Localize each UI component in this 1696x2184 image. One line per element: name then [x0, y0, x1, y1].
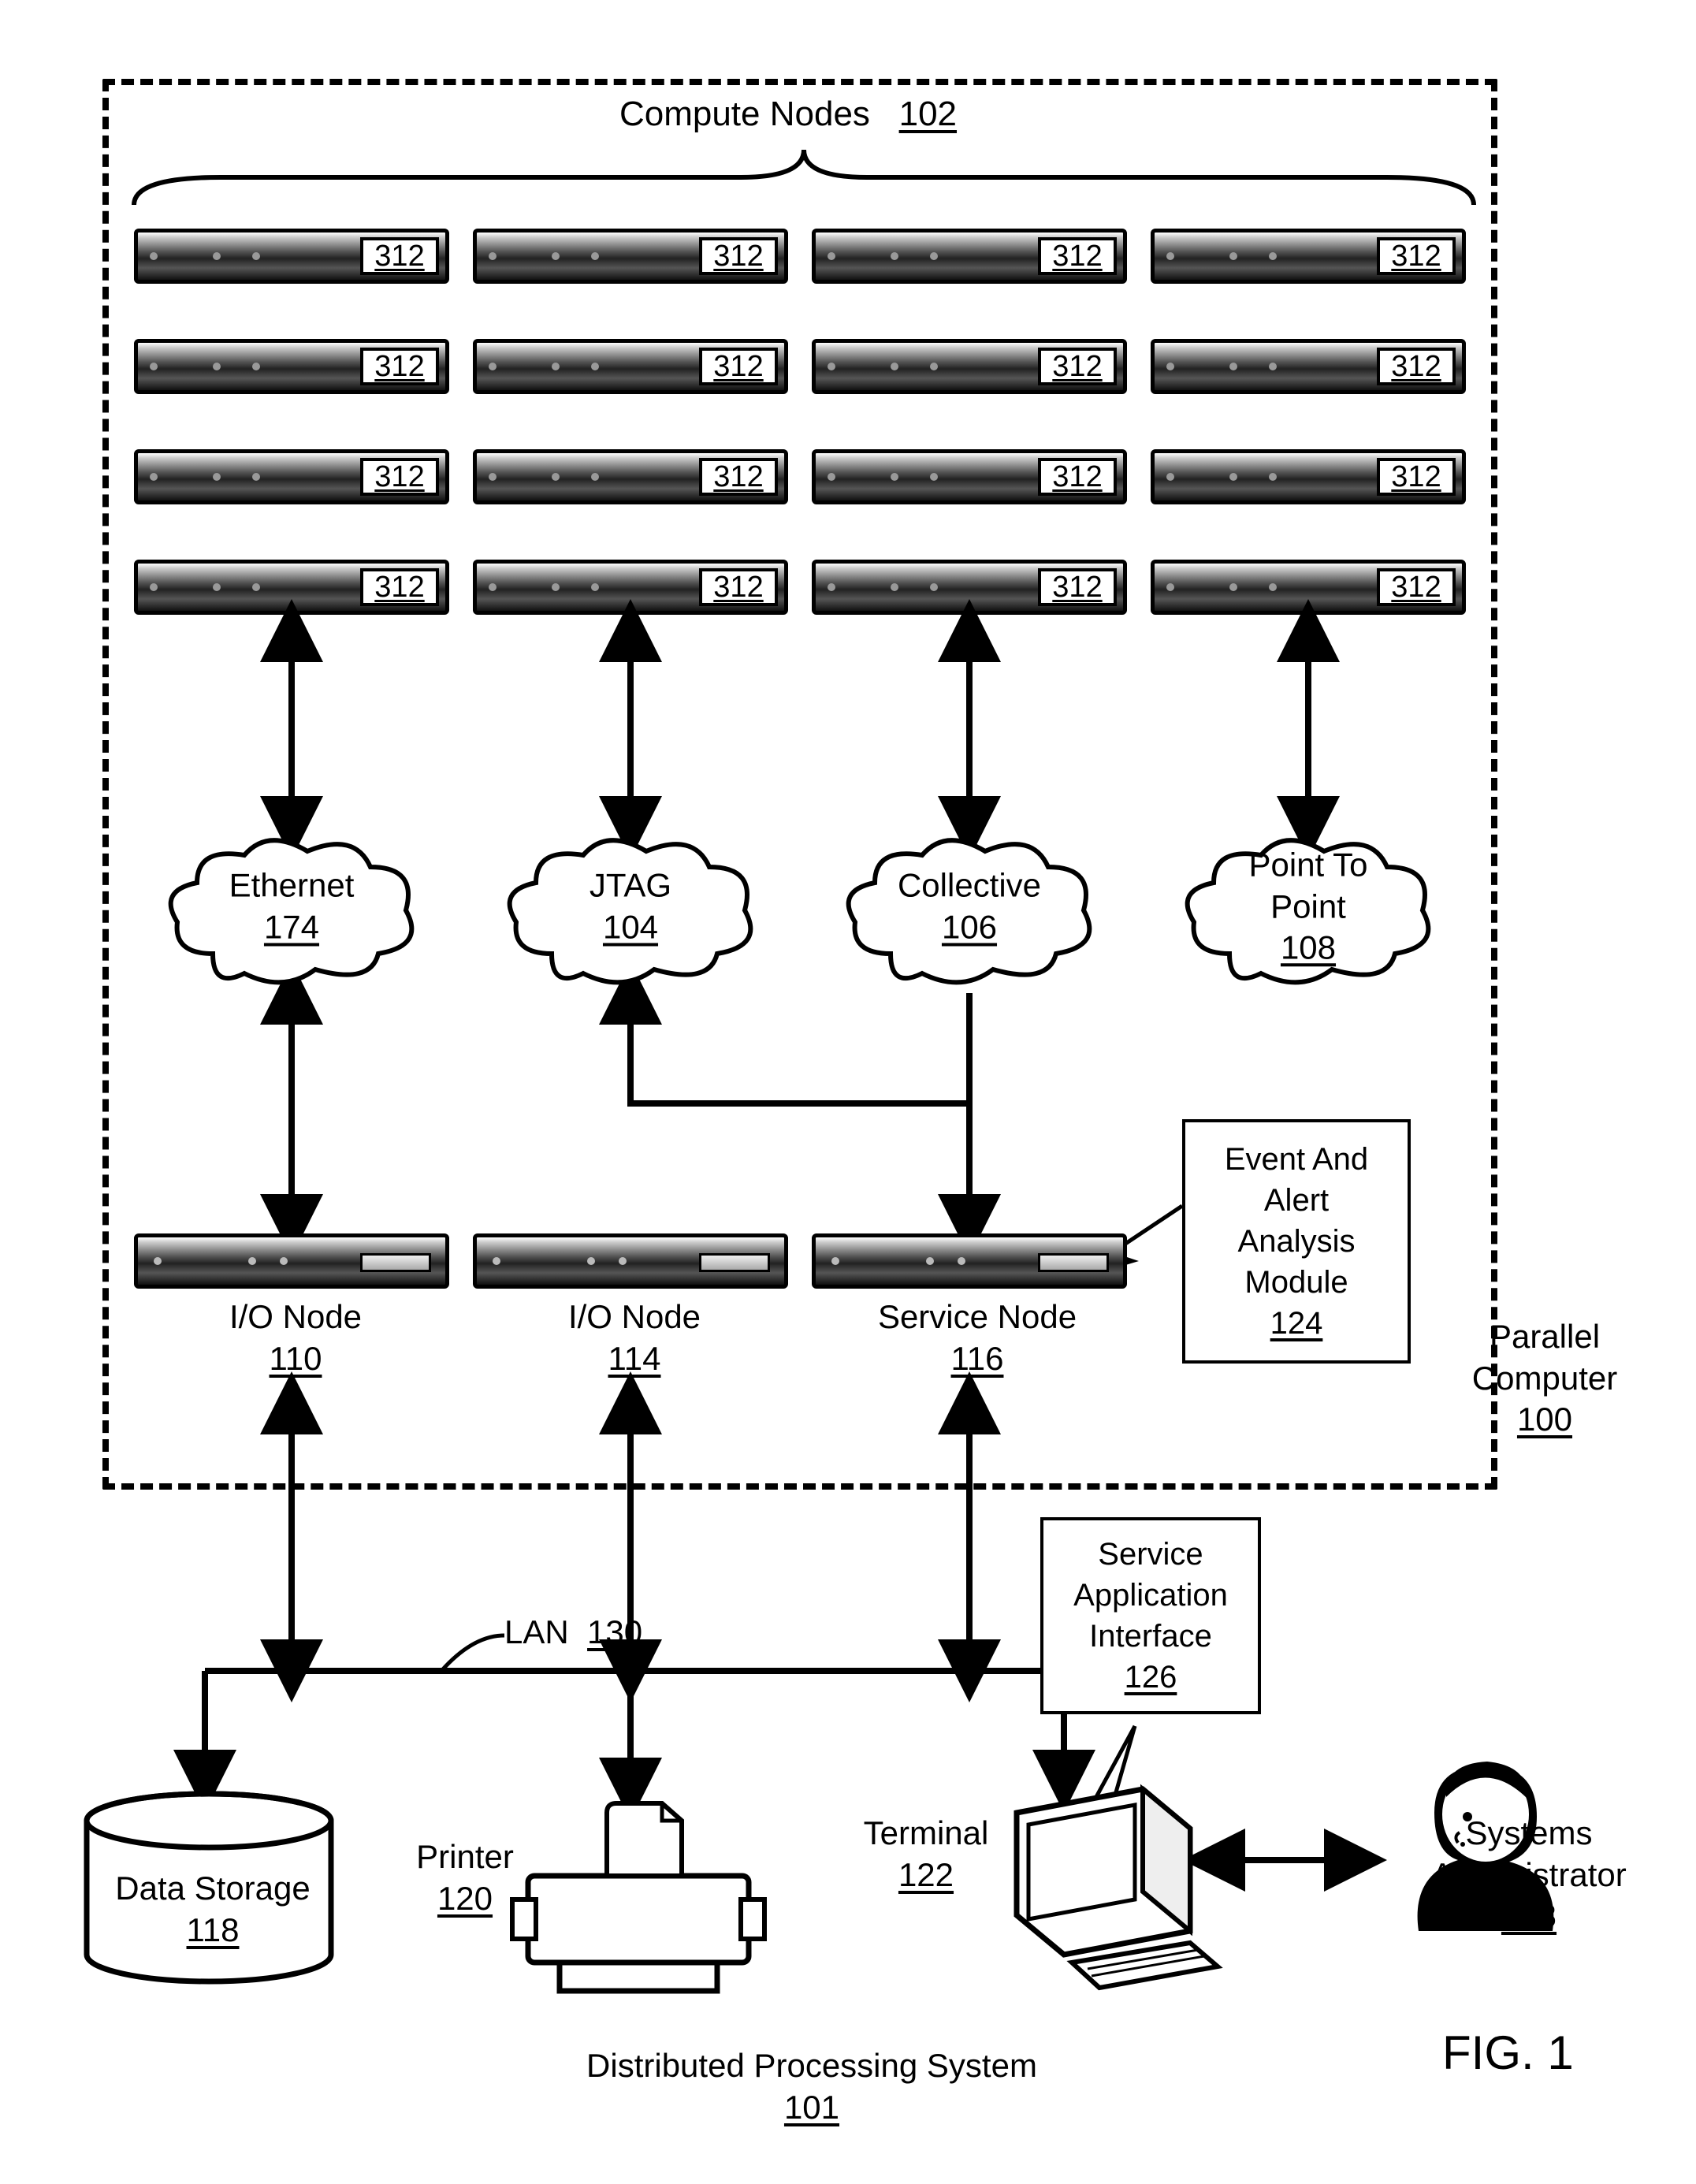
- ethernet-cloud: Ethernet 174: [166, 835, 418, 977]
- service-node-label: Service Node116: [851, 1297, 1103, 1379]
- collective-label: Collective: [898, 867, 1041, 904]
- terminal-label: Terminal122: [843, 1813, 1009, 1896]
- service-node: [812, 1233, 1127, 1289]
- data-storage-label: Data Storage118: [102, 1868, 323, 1951]
- io-node-1-label: I/O Node110: [197, 1297, 394, 1379]
- ethernet-ref: 174: [264, 908, 319, 945]
- collective-ref: 106: [942, 908, 997, 945]
- printer-icon: [504, 1797, 772, 2002]
- lan-label: LAN 130: [504, 1612, 678, 1654]
- jtag-label: JTAG: [590, 867, 671, 904]
- collective-cloud: Collective 106: [843, 835, 1095, 977]
- figure-canvas: Compute Nodes 102 312 312 312 312 312 31…: [0, 0, 1696, 2184]
- parallel-computer-label: Parallel Computer 100: [1419, 1316, 1671, 1441]
- figure-number: FIG. 1: [1442, 2026, 1574, 2080]
- ethernet-label: Ethernet: [229, 867, 355, 904]
- p2p-cloud: Point To Point 108: [1182, 835, 1434, 977]
- p2p-ref: 108: [1281, 928, 1336, 965]
- io-node-2-label: I/O Node114: [536, 1297, 733, 1379]
- event-alert-module-box: Event And Alert Analysis Module 124: [1182, 1119, 1411, 1364]
- io-node-2: [473, 1233, 788, 1289]
- sai-box: Service Application Interface 126: [1040, 1517, 1261, 1714]
- terminal-icon: [985, 1781, 1222, 1986]
- admin-label: Systems Administrator 128: [1395, 1813, 1663, 1937]
- p2p-label: Point To Point: [1249, 846, 1368, 925]
- jtag-ref: 104: [603, 908, 658, 945]
- io-node-1: [134, 1233, 449, 1289]
- system-caption: Distributed Processing System101: [567, 2045, 1056, 2128]
- jtag-cloud: JTAG 104: [504, 835, 757, 977]
- printer-label: Printer120: [394, 1836, 536, 1919]
